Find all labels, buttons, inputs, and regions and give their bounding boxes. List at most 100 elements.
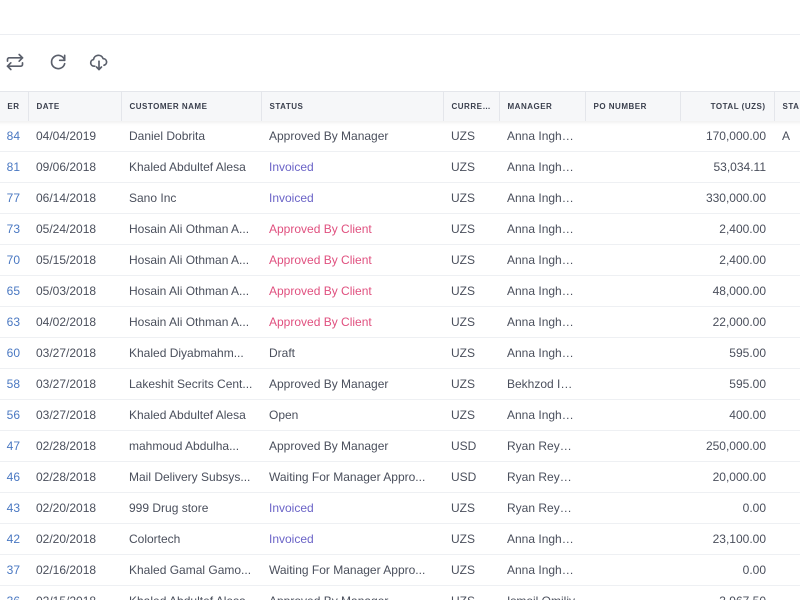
cell-po-number: [585, 183, 680, 214]
cell-extra: [774, 152, 800, 183]
refresh-icon[interactable]: [46, 50, 70, 74]
table-row[interactable]: 47 02/28/2018 mahmoud Abdulha... Approved B…: [0, 431, 800, 462]
table-row[interactable]: 81 09/06/2018 Khaled Abdultef Alesa Invoice…: [0, 152, 800, 183]
table-row[interactable]: 84 04/04/2019 Daniel Dobrita Approved By Ma…: [0, 121, 800, 152]
cell-customer: Khaled Diyabmahm...: [129, 346, 244, 360]
cell-po-number: [585, 400, 680, 431]
cell-total: 2,400.00: [719, 253, 766, 267]
column-header-total[interactable]: TOTAL (UZS): [680, 91, 775, 121]
cell-number[interactable]: 46: [0, 462, 28, 493]
table-row[interactable]: 60 03/27/2018 Khaled Diyabmahm... Draft UZS A…: [0, 338, 800, 369]
cell-currency: UZS: [451, 128, 475, 143]
cell-status: Approved By Manager: [269, 377, 389, 391]
cell-date: 02/28/2018: [36, 470, 97, 484]
cell-po-number: [585, 121, 680, 152]
cell-number[interactable]: 65: [0, 276, 28, 307]
table-row[interactable]: 73 05/24/2018 Hosain Ali Othman A... Approv…: [0, 214, 800, 245]
table-row[interactable]: 65 05/03/2018 Hosain Ali Othman A... Approv…: [0, 276, 800, 307]
column-header-po-number[interactable]: PO NUMBER: [585, 91, 681, 121]
table-row[interactable]: 3602/15/2018Khaled Abdultef AlesaApprove…: [0, 586, 800, 600]
cell-manager: Bekhzod Iso...: [507, 377, 584, 391]
column-header-currency[interactable]: CURRE...: [443, 91, 500, 121]
table-row[interactable]: 43 02/20/2018 999 Drug store Invoiced UZS Rya…: [0, 493, 800, 524]
cell-extra: [774, 400, 800, 431]
swap-arrows-icon[interactable]: [3, 50, 27, 74]
cell-po-number: [585, 369, 680, 400]
cell-customer: Sano Inc: [129, 191, 177, 205]
cell-extra: [774, 183, 800, 214]
cell-date: 02/20/2018: [36, 501, 97, 515]
cell-number[interactable]: 56: [0, 400, 28, 431]
cell-total: 330,000.00: [705, 191, 766, 205]
column-header-date[interactable]: DATE: [28, 91, 122, 121]
column-header-customer[interactable]: CUSTOMER NAME: [121, 91, 262, 121]
cell-total: 20,000.00: [712, 470, 766, 484]
cell-currency: UZS: [451, 346, 475, 360]
cell-currency: UZS: [451, 532, 475, 546]
top-bar: [0, 0, 800, 35]
cell-currency: UZS: [451, 284, 475, 298]
cloud-download-icon[interactable]: [87, 50, 111, 74]
table-row[interactable]: 63 04/02/2018 Hosain Ali Othman A... Approv…: [0, 307, 800, 338]
cell-number[interactable]: 77: [0, 183, 28, 214]
cell-total: 595.00: [729, 346, 766, 360]
table-header-row: ER DATE CUSTOMER NAME STATUS CURRE... MA…: [0, 91, 800, 121]
table-row[interactable]: 37 02/16/2018 Khaled Gamal Gamo... Waiting …: [0, 555, 800, 586]
cell-date: 03/27/2018: [36, 346, 97, 360]
cell-manager: Ryan Reynol...: [507, 470, 585, 484]
table-row[interactable]: 77 06/14/2018 Sano Inc Invoiced UZS Anna Ingh…: [0, 183, 800, 214]
column-header-number[interactable]: ER: [0, 91, 29, 121]
cell-number[interactable]: 47: [0, 431, 28, 462]
cell-extra: [774, 369, 800, 400]
cell-extra: A: [782, 128, 791, 143]
cell-currency: USD: [451, 439, 477, 453]
cell-customer: Hosain Ali Othman A...: [129, 253, 250, 267]
cell-manager: Anna Ingham: [507, 253, 579, 267]
cell-number[interactable]: 37: [0, 555, 28, 586]
cell-currency: UZS: [451, 160, 475, 174]
cell-status: Approved By Client: [269, 253, 372, 267]
cell-number[interactable]: 73: [0, 214, 28, 245]
table-row[interactable]: 58 03/27/2018 Lakeshit Secrits Cent... Appr…: [0, 369, 800, 400]
cell-date: 02/15/2018: [28, 586, 121, 600]
cell-manager: Anna Ingham: [507, 408, 579, 422]
cell-customer: Khaled Abdultef Alesa: [129, 160, 246, 174]
cell-status: Invoiced: [269, 160, 314, 174]
cell-manager: Anna Ingham: [507, 284, 579, 298]
cell-number[interactable]: 36: [0, 586, 28, 600]
cell-currency: UZS: [451, 253, 475, 267]
cell-date: 06/14/2018: [36, 191, 97, 205]
cell-customer: Daniel Dobrita: [129, 128, 206, 143]
cell-total: 0.00: [742, 501, 766, 515]
cell-extra: [774, 307, 800, 338]
cell-number[interactable]: 60: [0, 338, 28, 369]
cell-total: 2,400.00: [719, 222, 766, 236]
cell-number[interactable]: 70: [0, 245, 28, 276]
cell-currency: UZS: [451, 222, 475, 236]
cell-total: 595.00: [729, 377, 766, 391]
cell-number[interactable]: 42: [0, 524, 28, 555]
cell-date: 02/28/2018: [36, 439, 97, 453]
cell-number[interactable]: 84: [0, 121, 28, 152]
cell-number[interactable]: 58: [0, 369, 28, 400]
cell-po-number: [585, 152, 680, 183]
table-row[interactable]: 46 02/28/2018 Mail Delivery Subsys... Waiti…: [0, 462, 800, 493]
cell-number[interactable]: 43: [0, 493, 28, 524]
table-row[interactable]: 70 05/15/2018 Hosain Ali Othman A... Approv…: [0, 245, 800, 276]
cell-status: Waiting For Manager Appro...: [269, 563, 426, 577]
cell-po-number: [585, 431, 680, 462]
cell-number[interactable]: 63: [0, 307, 28, 338]
cell-extra: [774, 431, 800, 462]
column-header-manager[interactable]: MANAGER: [499, 91, 586, 121]
table-row[interactable]: 42 02/20/2018 Colortech Invoiced UZS Anna Ing…: [0, 524, 800, 555]
table-row[interactable]: 56 03/27/2018 Khaled Abdultef Alesa Open UZS…: [0, 400, 800, 431]
cell-manager: Anna Ingham: [507, 128, 579, 143]
cell-total: 53,034.11: [713, 160, 767, 174]
column-header-status[interactable]: STATUS: [261, 91, 444, 121]
column-header-extra[interactable]: STA: [774, 91, 800, 121]
estimates-table: ER DATE CUSTOMER NAME STATUS CURRE... MA…: [0, 91, 800, 600]
cell-total: 0.00: [742, 563, 766, 577]
cell-customer: Hosain Ali Othman A...: [129, 222, 250, 236]
cell-number[interactable]: 81: [0, 152, 28, 183]
cell-customer: Khaled Gamal Gamo...: [129, 563, 252, 577]
